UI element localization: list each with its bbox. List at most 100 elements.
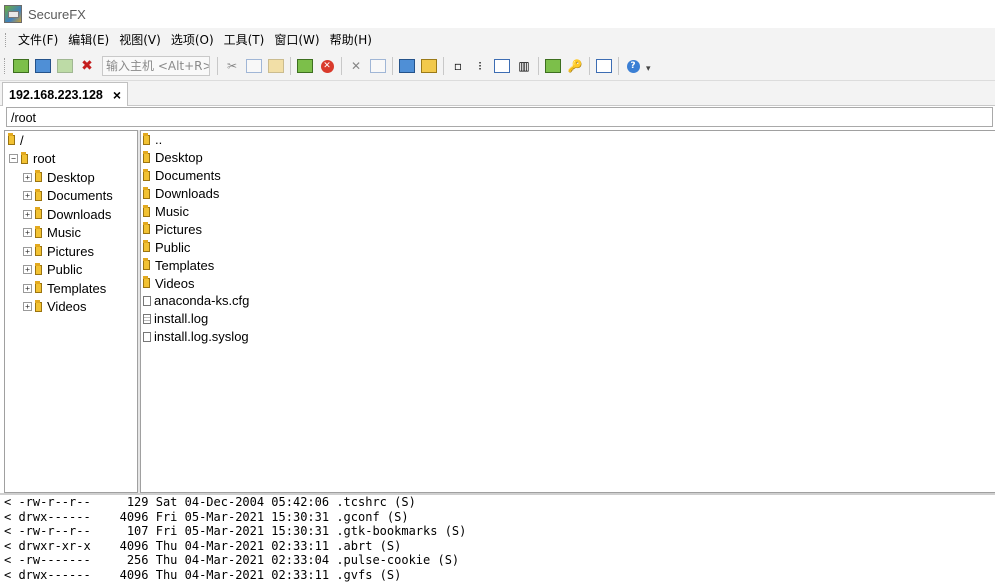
toolbar-separator — [217, 57, 218, 75]
details-view-icon[interactable]: ▥ — [515, 57, 533, 75]
menu-window[interactable]: 窗口(W) — [269, 28, 324, 52]
list-item-name: .. — [155, 132, 163, 148]
folder-icon — [35, 207, 42, 220]
collapse-icon[interactable]: − — [9, 154, 18, 164]
tree-item-label: Downloads — [47, 206, 112, 222]
toolbar-overflow-icon[interactable]: ▾ — [646, 64, 651, 74]
toolbar-separator — [290, 57, 291, 75]
menu-help[interactable]: 帮助(H) — [325, 28, 377, 52]
tree-item[interactable]: + Videos — [5, 298, 137, 317]
expand-icon[interactable]: + — [23, 209, 32, 219]
folder-up-icon[interactable] — [420, 57, 438, 75]
list-item-name: Templates — [155, 257, 215, 273]
menu-edit[interactable]: 编辑(E) — [63, 28, 114, 52]
copy-icon[interactable] — [245, 57, 263, 75]
menu-options[interactable]: 选项(O) — [166, 28, 219, 52]
list-item[interactable]: install.log — [141, 310, 995, 328]
expand-icon[interactable]: + — [23, 246, 32, 256]
tree-item[interactable]: + Templates — [5, 279, 137, 298]
folder-icon — [143, 186, 150, 199]
tree-item-label: Public — [47, 262, 83, 278]
session-tab[interactable]: 192.168.223.128 × — [2, 82, 129, 106]
expand-icon[interactable]: + — [23, 191, 32, 201]
folder-icon — [143, 222, 150, 235]
tree-item[interactable]: / — [5, 131, 137, 150]
tree-item[interactable]: − root — [5, 150, 137, 169]
path-field[interactable]: /root — [6, 107, 993, 127]
stop-icon[interactable]: ✕ — [318, 57, 336, 75]
connect-icon[interactable] — [12, 57, 30, 75]
list-item[interactable]: Documents — [141, 167, 995, 185]
list-item-name: Downloads — [155, 186, 220, 202]
folder-icon — [8, 133, 15, 146]
list-item[interactable]: Public — [141, 238, 995, 256]
toolbar-separator — [589, 57, 590, 75]
session-tabstrip: 192.168.223.128 × — [0, 81, 995, 106]
list-item[interactable]: Videos — [141, 274, 995, 292]
folder-icon — [35, 281, 42, 294]
tree-item[interactable]: + Music — [5, 224, 137, 243]
cut-icon[interactable]: ✂ — [223, 57, 241, 75]
tree-item-label: Desktop — [47, 169, 95, 185]
toolbar-separator — [618, 57, 619, 75]
menu-view[interactable]: 视图(V) — [114, 28, 166, 52]
list-item[interactable]: Templates — [141, 256, 995, 274]
expand-icon[interactable]: + — [23, 228, 32, 238]
folder-icon — [143, 258, 150, 271]
session-options-icon[interactable] — [595, 57, 613, 75]
log-line: < -rw------- 256 Thu 04-Mar-2021 02:33:0… — [4, 553, 460, 567]
list-item-name: Videos — [155, 275, 195, 291]
quick-connect-icon[interactable] — [34, 57, 52, 75]
menu-tools[interactable]: 工具(T) — [219, 28, 270, 52]
properties-icon[interactable] — [369, 57, 387, 75]
folder-tree[interactable]: / − root + Desktop + Documents + Downloads + Music… — [4, 130, 138, 493]
menu-file[interactable]: 文件(F) — [13, 28, 63, 52]
expand-icon[interactable]: + — [23, 283, 32, 293]
tree-item[interactable]: + Downloads — [5, 205, 137, 224]
list-item[interactable]: Music — [141, 203, 995, 221]
list-item[interactable]: Downloads — [141, 185, 995, 203]
list-item[interactable]: Desktop — [141, 149, 995, 167]
expand-icon[interactable]: + — [23, 265, 32, 275]
transfer-log[interactable]: < -rw-r--r-- 129 Sat 04-Dec-2004 05:42:0… — [0, 493, 995, 584]
list-item-name: install.log.syslog — [154, 329, 249, 345]
tree-item[interactable]: + Desktop — [5, 168, 137, 187]
delete-icon[interactable]: ✕ — [347, 57, 365, 75]
sync-icon[interactable] — [544, 57, 562, 75]
expand-icon[interactable]: + — [23, 172, 32, 182]
list-view-icon[interactable] — [493, 57, 511, 75]
toolbar-grip[interactable] — [4, 58, 8, 74]
menubar-grip[interactable] — [5, 33, 9, 47]
file-list[interactable]: .. Desktop Documents Downloads Music Pictures… — [140, 130, 995, 493]
disconnect-icon[interactable]: ✖ — [78, 57, 96, 75]
tree-item[interactable]: + Pictures — [5, 242, 137, 261]
file-icon — [143, 295, 151, 306]
folder-icon — [35, 244, 42, 257]
tree-item-label: Videos — [47, 299, 87, 315]
tab-close-icon[interactable]: × — [113, 87, 121, 103]
key-icon[interactable]: 🔑 — [566, 57, 584, 75]
small-icons-icon[interactable]: ⁝ — [471, 57, 489, 75]
list-item[interactable]: install.log.syslog — [141, 328, 995, 346]
paste-icon[interactable] — [267, 57, 285, 75]
help-icon[interactable]: ? — [624, 57, 642, 75]
expand-icon[interactable]: + — [23, 302, 32, 312]
log-line: < drwx------ 4096 Fri 05-Mar-2021 15:30:… — [4, 509, 409, 524]
list-item[interactable]: Pictures — [141, 220, 995, 238]
folder-icon — [143, 240, 150, 253]
large-icons-icon[interactable]: ▫ — [449, 57, 467, 75]
tree-view-icon[interactable] — [398, 57, 416, 75]
tree-item-label: Music — [47, 225, 81, 241]
toolbar-separator — [341, 57, 342, 75]
file-icon — [143, 331, 151, 342]
folder-icon — [143, 168, 150, 181]
tree-item[interactable]: + Public — [5, 261, 137, 280]
folder-icon — [35, 225, 42, 238]
quick-connect-input[interactable]: 输入主机 <Alt+R> — [102, 56, 210, 76]
tree-item[interactable]: + Documents — [5, 187, 137, 206]
list-item[interactable]: .. — [141, 131, 995, 149]
refresh-icon[interactable] — [296, 57, 314, 75]
reconnect-icon[interactable] — [56, 57, 74, 75]
log-line: < -rw-r--r-- 107 Fri 05-Mar-2021 15:30:3… — [4, 524, 467, 538]
list-item[interactable]: anaconda-ks.cfg — [141, 292, 995, 310]
